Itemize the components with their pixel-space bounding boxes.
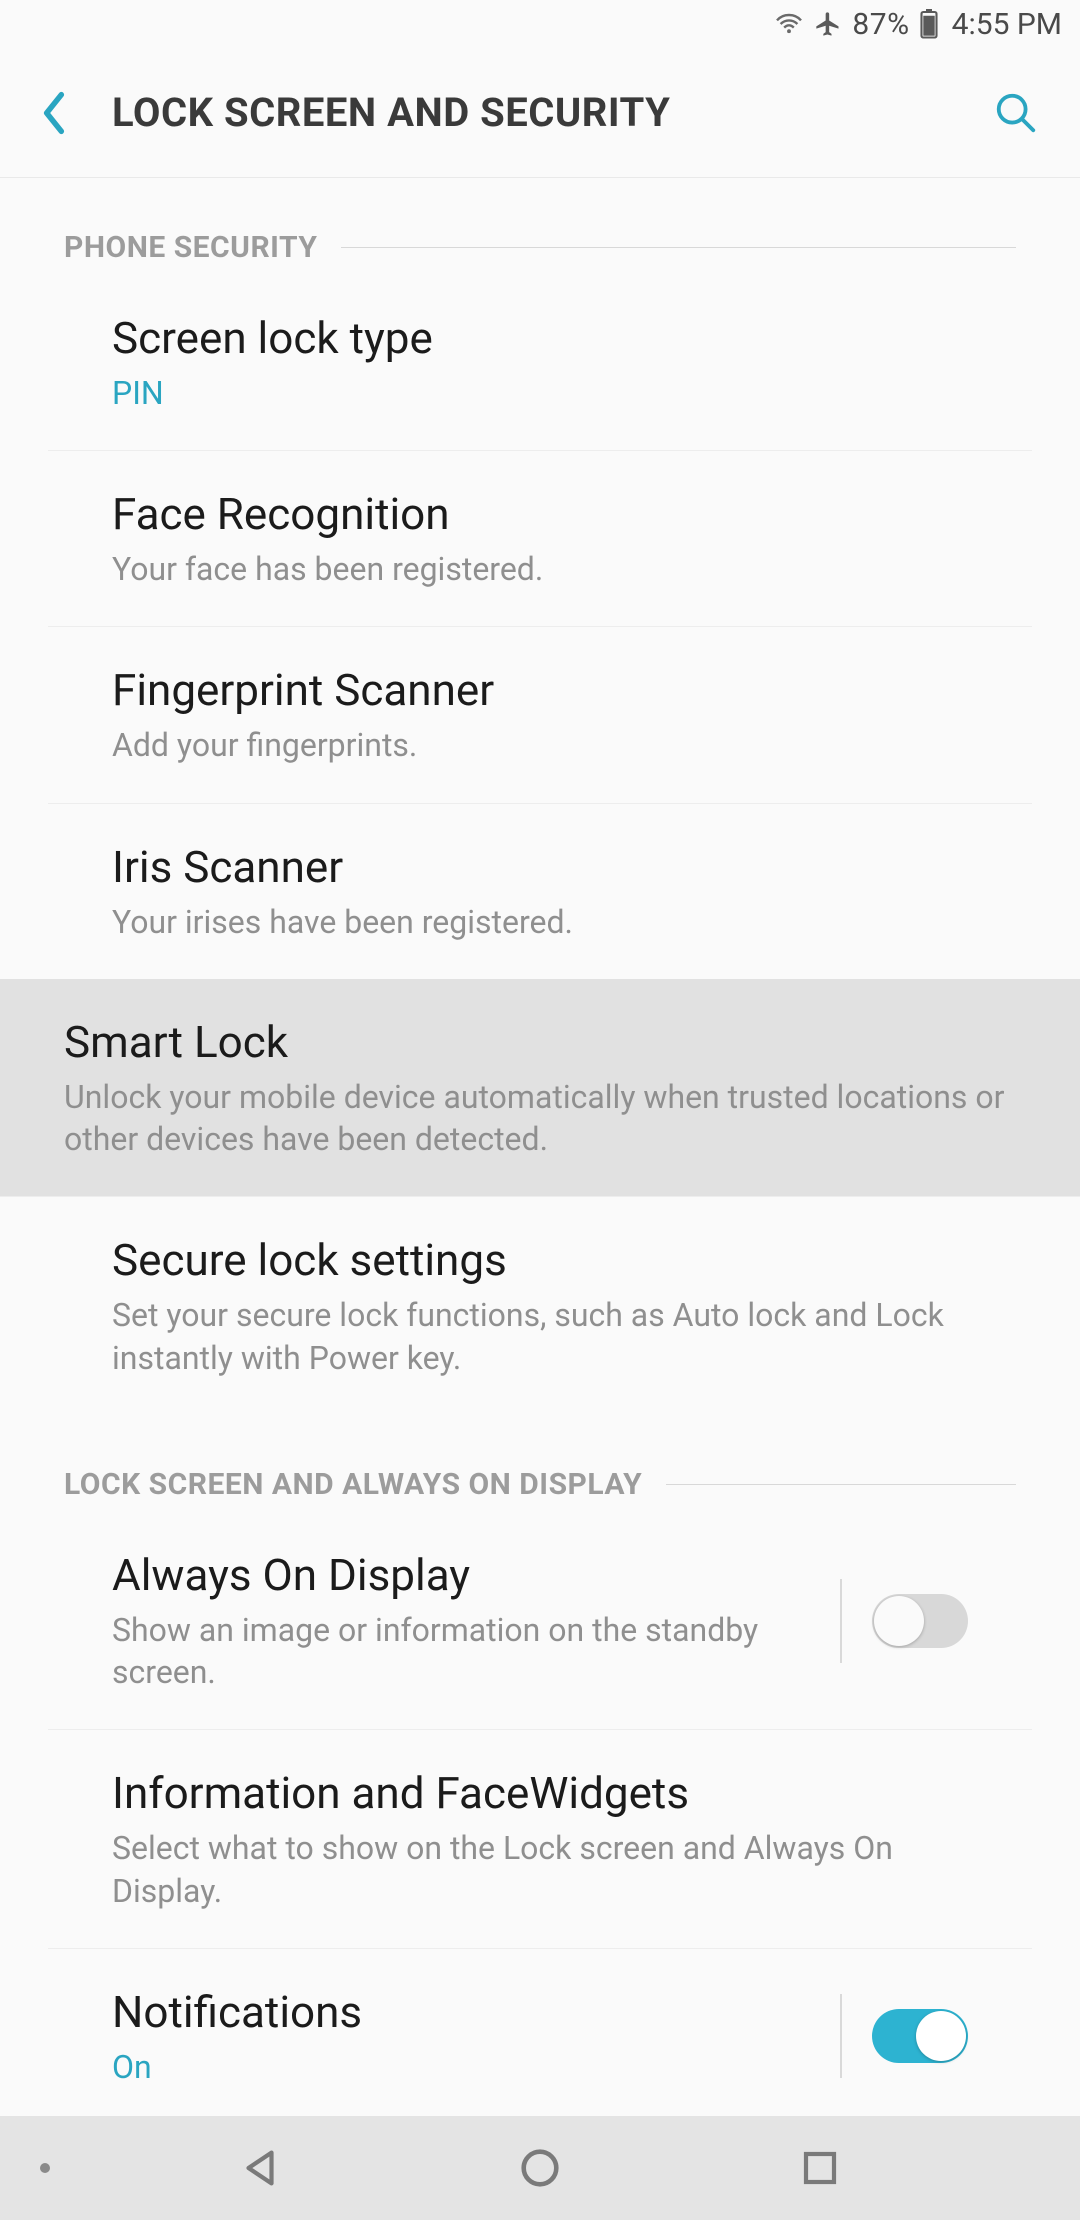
- item-always-on-display[interactable]: Always On Display Show an image or infor…: [48, 1512, 1032, 1730]
- item-sub: Add your fingerprints.: [112, 724, 968, 766]
- toggle-knob: [916, 2011, 966, 2061]
- item-face-recognition[interactable]: Face Recognition Your face has been regi…: [48, 451, 1032, 627]
- item-secure-lock-settings[interactable]: Secure lock settings Set your secure loc…: [48, 1197, 1032, 1414]
- item-sub: Show an image or information on the stan…: [112, 1609, 810, 1693]
- status-bar: 87% 4:55 PM: [0, 0, 1080, 48]
- item-title: Iris Scanner: [112, 840, 968, 895]
- nav-indicator-dot: [40, 2163, 50, 2173]
- search-button[interactable]: [986, 90, 1046, 136]
- battery-percentage: 87%: [852, 7, 909, 42]
- toggle-notifications[interactable]: [872, 2009, 968, 2063]
- item-info-facewidgets[interactable]: Information and FaceWidgets Select what …: [48, 1730, 1032, 1948]
- item-title: Screen lock type: [112, 311, 968, 366]
- item-title: Fingerprint Scanner: [112, 663, 968, 718]
- item-sub: PIN: [112, 372, 968, 414]
- item-title: Face Recognition: [112, 487, 968, 542]
- item-sub: Your irises have been registered.: [112, 901, 968, 943]
- navigation-bar: [0, 2116, 1080, 2220]
- section-header-phone-security: PHONE SECURITY: [0, 178, 1080, 275]
- section-rule: [341, 247, 1016, 248]
- back-button[interactable]: [24, 91, 84, 135]
- item-screen-lock-type[interactable]: Screen lock type PIN: [48, 275, 1032, 451]
- item-title: Always On Display: [112, 1548, 810, 1603]
- item-title: Information and FaceWidgets: [112, 1766, 968, 1821]
- item-smart-lock[interactable]: Smart Lock Unlock your mobile device aut…: [0, 979, 1080, 1197]
- item-sub: On: [112, 2046, 810, 2088]
- section-label: LOCK SCREEN AND ALWAYS ON DISPLAY: [64, 1467, 642, 1502]
- item-title: Secure lock settings: [112, 1233, 968, 1288]
- item-notifications[interactable]: Notifications On: [48, 1949, 1032, 2088]
- section-rule: [666, 1484, 1016, 1485]
- item-title: Notifications: [112, 1985, 810, 2040]
- wifi-icon: [774, 12, 804, 36]
- toggle-knob: [874, 1596, 924, 1646]
- airplane-mode-icon: [814, 10, 842, 38]
- section-header-lockscreen-aod: LOCK SCREEN AND ALWAYS ON DISPLAY: [0, 1415, 1080, 1512]
- settings-content: PHONE SECURITY Screen lock type PIN Face…: [0, 178, 1080, 2116]
- clock-time: 4:55 PM: [952, 7, 1062, 42]
- item-title: Smart Lock: [64, 1015, 1016, 1070]
- section-label: PHONE SECURITY: [64, 230, 317, 265]
- item-fingerprint-scanner[interactable]: Fingerprint Scanner Add your fingerprint…: [48, 627, 1032, 803]
- item-iris-scanner[interactable]: Iris Scanner Your irises have been regis…: [48, 804, 1032, 979]
- separator-line: [840, 1994, 842, 2078]
- item-sub: Set your secure lock functions, such as …: [112, 1294, 968, 1378]
- toggle-always-on-display[interactable]: [872, 1594, 968, 1648]
- item-sub: Unlock your mobile device automatically …: [64, 1076, 1016, 1160]
- app-bar: LOCK SCREEN AND SECURITY: [0, 48, 1080, 178]
- page-title: LOCK SCREEN AND SECURITY: [84, 89, 986, 136]
- nav-recents-button[interactable]: [790, 2138, 850, 2198]
- nav-home-button[interactable]: [510, 2138, 570, 2198]
- item-sub: Select what to show on the Lock screen a…: [112, 1827, 968, 1911]
- battery-icon: [920, 9, 938, 39]
- separator-line: [840, 1579, 842, 1663]
- item-sub: Your face has been registered.: [112, 548, 968, 590]
- nav-back-button[interactable]: [230, 2138, 290, 2198]
